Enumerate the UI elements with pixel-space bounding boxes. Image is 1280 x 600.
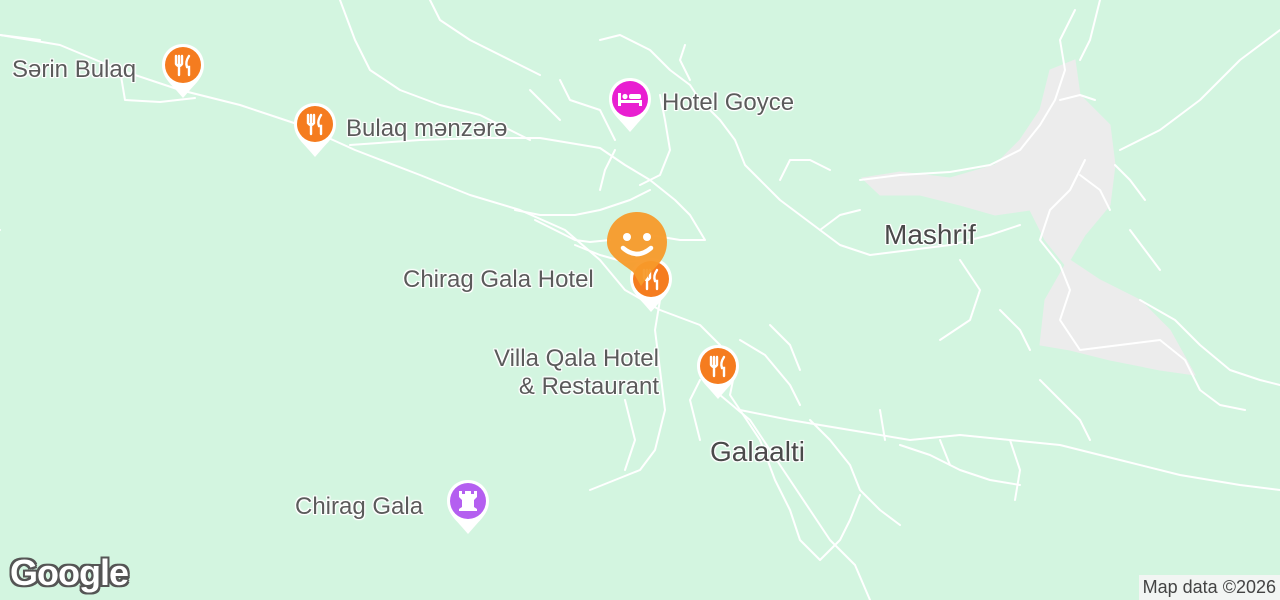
poi-label-villa-qala-line2: & Restaurant: [518, 373, 659, 400]
poi-label-bulaq-menzere[interactable]: Bulaq mənzərə: [346, 115, 507, 143]
poi-label-chirag-gala[interactable]: Chirag Gala: [295, 493, 423, 521]
place-label-mashrif: Mashrif: [884, 219, 976, 250]
map-canvas[interactable]: [0, 0, 1280, 600]
poi-label-chirag-gala-hotel[interactable]: Chirag Gala Hotel: [403, 266, 594, 294]
poi-label-hotel-goyce[interactable]: Hotel Goyce: [662, 89, 794, 117]
google-logo[interactable]: Google: [10, 552, 129, 594]
place-label-galaalti: Galaalti: [710, 436, 805, 467]
poi-label-serin-bulaq[interactable]: Sərin Bulaq: [12, 56, 136, 84]
map-attribution[interactable]: Map data ©2026: [1138, 575, 1280, 600]
poi-label-villa-qala-line1: Villa Qala Hotel: [494, 345, 659, 372]
poi-label-villa-qala[interactable]: Villa Qala Hotel & Restaurant: [494, 345, 659, 401]
